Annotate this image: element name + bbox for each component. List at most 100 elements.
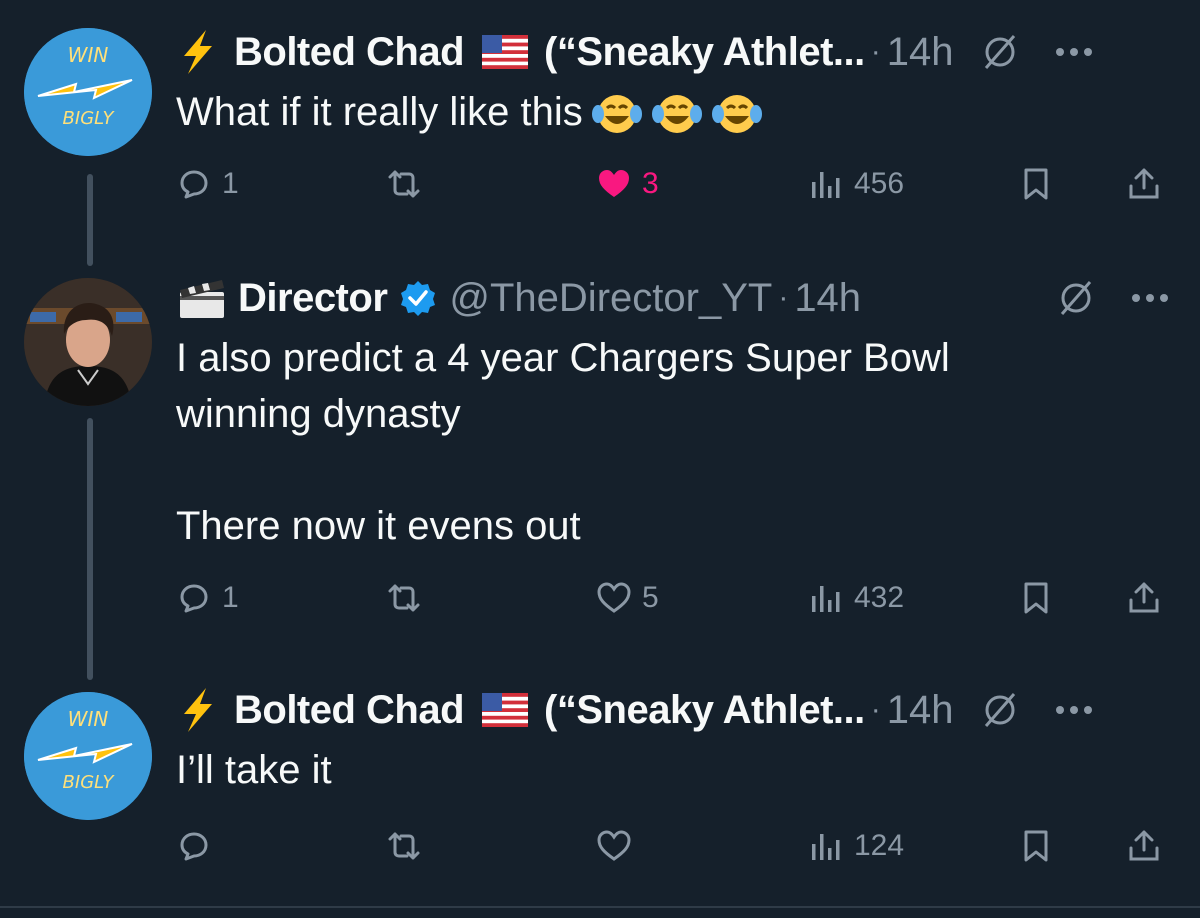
repost-icon	[388, 584, 420, 612]
share-icon	[1129, 582, 1159, 613]
views-button[interactable]: 124	[808, 824, 904, 868]
logo-text-bottom: BIGLY	[63, 772, 116, 793]
views-button[interactable]: 432	[808, 576, 904, 620]
clapper-board-icon	[180, 280, 224, 318]
repost-button[interactable]	[386, 162, 432, 206]
like-button[interactable]: 3	[596, 162, 659, 206]
tweet[interactable]: WIN BIGLY Bolted Chad (“Sneaky Athlet...…	[0, 0, 1200, 240]
view-count: 432	[854, 581, 905, 614]
repost-button[interactable]	[386, 576, 432, 620]
tweet-actions: 124	[176, 824, 1176, 868]
grok-icon[interactable]	[1056, 278, 1096, 318]
tweet-header: Bolted Chad (“Sneaky Athlet... · 14h	[176, 682, 1170, 738]
tweet[interactable]: WIN BIGLY Bolted Chad (“Sneaky Athlet...…	[0, 660, 1200, 918]
reply-count: 1	[222, 167, 239, 200]
reply-thread: WIN BIGLY Bolted Chad (“Sneaky Athlet...…	[0, 0, 1200, 918]
heart-icon	[597, 830, 631, 861]
tweet-line: I also predict a 4 year Chargers Super B…	[176, 336, 950, 380]
heart-icon	[599, 170, 629, 197]
author-name[interactable]: Bolted Chad	[234, 30, 465, 75]
lightning-bolt-icon	[184, 688, 212, 732]
divider	[0, 906, 1200, 908]
bookmark-button[interactable]	[1018, 576, 1054, 620]
author-name[interactable]: Bolted Chad	[234, 688, 465, 733]
reply-icon	[180, 584, 208, 613]
separator-dot: ·	[870, 35, 881, 68]
avatar[interactable]: WIN BIGLY	[24, 692, 152, 820]
tweet-text: What if it really like this	[176, 84, 1160, 140]
face-with-tears-of-joy-icon	[711, 95, 762, 134]
reply-button[interactable]: 1	[176, 576, 239, 620]
share-icon	[1129, 830, 1159, 861]
tweet[interactable]: Director @TheDirector_YT · 14h I also pr…	[0, 260, 1200, 660]
views-icon	[812, 586, 840, 612]
bookmark-button[interactable]	[1018, 824, 1054, 868]
reply-icon	[180, 170, 208, 199]
logo-text-top: WIN	[68, 707, 109, 731]
face-with-tears-of-joy-icon	[591, 95, 642, 134]
bookmark-icon	[1024, 830, 1048, 862]
bookmark-icon	[1024, 168, 1048, 200]
view-count: 456	[854, 167, 905, 200]
reply-icon	[180, 832, 208, 861]
logo-text-bottom: BIGLY	[63, 108, 116, 129]
repost-button[interactable]	[386, 824, 432, 868]
heart-icon	[597, 582, 631, 613]
more-icon[interactable]	[1054, 704, 1094, 716]
repost-icon	[388, 832, 420, 860]
grok-icon[interactable]	[980, 690, 1020, 730]
author-nickname[interactable]: (“Sneaky Athlet...	[544, 688, 865, 733]
verified-badge-icon[interactable]	[399, 279, 437, 317]
views-icon	[812, 834, 840, 860]
more-icon[interactable]	[1130, 292, 1170, 304]
bookmark-icon	[1024, 582, 1048, 614]
like-button[interactable]: 5	[596, 576, 659, 620]
share-button[interactable]	[1126, 162, 1162, 206]
tweet-line: There now it evens out	[176, 504, 581, 548]
repost-icon	[388, 170, 420, 198]
us-flag-icon	[482, 35, 529, 69]
timestamp[interactable]: 14h	[887, 30, 954, 75]
share-button[interactable]	[1126, 824, 1162, 868]
separator-dot: ·	[870, 693, 881, 726]
reply-count: 1	[222, 581, 239, 614]
like-count: 3	[642, 167, 659, 200]
tweet-body: I’ll take it	[176, 748, 332, 792]
reply-button[interactable]	[176, 824, 222, 868]
tweet-body: What if it really like this	[176, 90, 583, 134]
like-count: 5	[642, 581, 659, 614]
win-bigly-logo: WIN BIGLY	[24, 28, 152, 156]
us-flag-icon	[482, 693, 529, 727]
avatar[interactable]	[24, 278, 152, 406]
avatar[interactable]: WIN BIGLY	[24, 28, 152, 156]
more-icon[interactable]	[1054, 46, 1094, 58]
tweet-actions: 1 3 456	[176, 162, 1176, 206]
author-nickname[interactable]: (“Sneaky Athlet...	[544, 30, 865, 75]
view-count: 124	[854, 829, 905, 862]
author-name[interactable]: Director	[238, 276, 388, 321]
views-button[interactable]: 456	[808, 162, 904, 206]
tweet-text: I’ll take it	[176, 742, 1160, 798]
timestamp[interactable]: 14h	[794, 276, 861, 321]
separator-dot: ·	[778, 281, 789, 314]
tweet-line-blank	[176, 442, 1160, 498]
share-button[interactable]	[1126, 576, 1162, 620]
tweet-line: winning dynasty	[176, 392, 461, 436]
bookmark-button[interactable]	[1018, 162, 1054, 206]
tweet-header: Director @TheDirector_YT · 14h	[176, 270, 1170, 326]
views-icon	[812, 172, 840, 198]
profile-photo	[24, 278, 152, 406]
share-icon	[1129, 168, 1159, 199]
tweet-header: Bolted Chad (“Sneaky Athlet... · 14h	[176, 24, 1170, 80]
tweet-actions: 1 5 432	[176, 576, 1176, 620]
reply-button[interactable]: 1	[176, 162, 239, 206]
timestamp[interactable]: 14h	[887, 688, 954, 733]
face-with-tears-of-joy-icon	[651, 95, 702, 134]
logo-text-top: WIN	[68, 43, 109, 67]
lightning-bolt-icon	[184, 30, 212, 74]
tweet-text: I also predict a 4 year Chargers Super B…	[176, 330, 1160, 554]
grok-icon[interactable]	[980, 32, 1020, 72]
like-button[interactable]	[596, 824, 642, 868]
author-handle[interactable]: @TheDirector_YT	[449, 276, 772, 321]
win-bigly-logo: WIN BIGLY	[24, 692, 152, 820]
